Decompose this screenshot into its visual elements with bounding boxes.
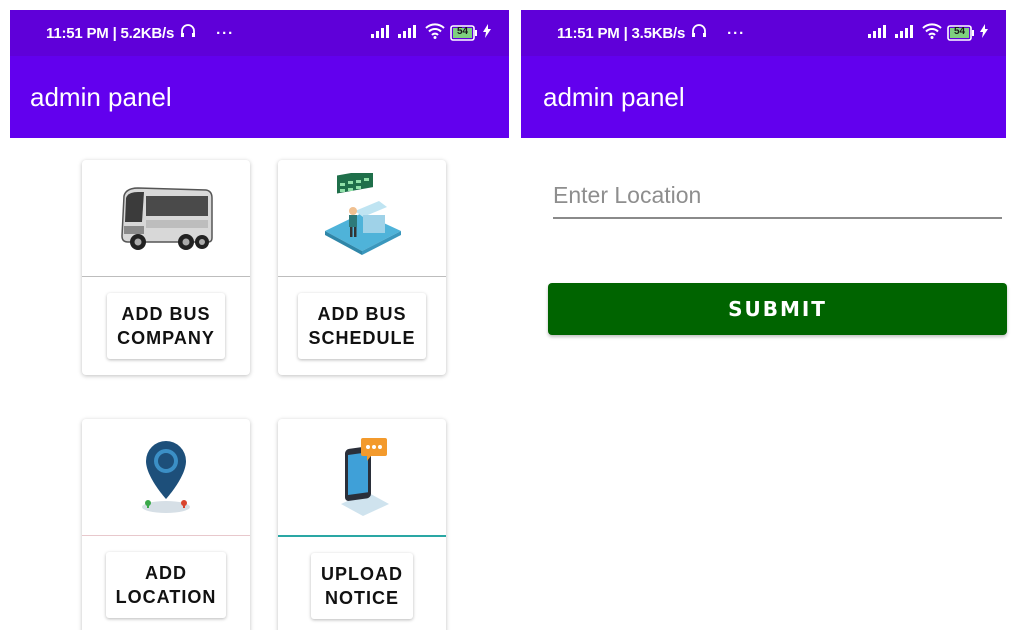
schedule-counter-icon [278,160,446,276]
left-screen: 11:51 PM | 5.2KB/s ··· 54 admin panel AD… [0,0,519,630]
signal-icon [398,24,420,42]
button-label: ADD [145,563,187,583]
button-label: NOTICE [324,588,399,608]
app-bar: admin panel [521,56,1006,138]
add-location-card[interactable]: ADD LOCATION [82,419,250,630]
battery-icon: 54 [450,25,478,41]
button-label: UPLOAD [321,564,403,584]
add-bus-company-button[interactable]: ADD BUS COMPANY [107,293,225,359]
right-screen: 11:51 PM | 3.5KB/s ··· 54 admin panel En… [521,0,1018,630]
charging-icon [980,24,988,42]
button-label: ADD BUS [121,304,211,324]
button-label: ADD BUS [317,304,407,324]
signal-icon [868,24,890,42]
battery-icon: 54 [947,25,975,41]
button-label: COMPANY [117,328,215,348]
location-pin-icon [82,419,250,535]
signal-icon [895,24,917,42]
add-bus-company-card[interactable]: ADD BUS COMPANY [82,160,250,375]
add-bus-schedule-card[interactable]: ADD BUS SCHEDULE [278,160,446,375]
wifi-icon [425,23,445,43]
phone-notice-icon [278,419,446,535]
status-time: 11:51 PM | 3.5KB/s [557,24,686,42]
upload-notice-card[interactable]: UPLOAD NOTICE [278,419,446,630]
wifi-icon [922,23,942,43]
add-location-button[interactable]: ADD LOCATION [105,552,227,618]
headphones-icon [180,24,196,42]
more-dots: ··· [727,24,746,42]
more-dots: ··· [216,24,235,42]
battery-level: 54 [953,26,966,37]
status-bar: 11:51 PM | 5.2KB/s ··· 54 [10,10,509,56]
app-title: admin panel [543,81,685,112]
charging-icon [483,24,491,42]
submit-button[interactable]: SUBMIT [548,283,1007,335]
app-bar: admin panel [10,56,509,138]
upload-notice-button[interactable]: UPLOAD NOTICE [311,553,413,619]
add-bus-schedule-button[interactable]: ADD BUS SCHEDULE [298,293,426,359]
status-bar: 11:51 PM | 3.5KB/s ··· 54 [521,10,1006,56]
button-label: SCHEDULE [308,328,416,348]
battery-level: 54 [456,26,469,37]
status-time: 11:51 PM | 5.2KB/s [46,24,175,42]
headphones-icon [691,24,707,42]
bus-icon [82,160,250,276]
signal-icon [371,24,393,42]
location-field[interactable] [553,178,1002,219]
location-input[interactable] [553,178,1002,219]
app-title: admin panel [30,81,172,112]
button-label: LOCATION [115,587,217,607]
